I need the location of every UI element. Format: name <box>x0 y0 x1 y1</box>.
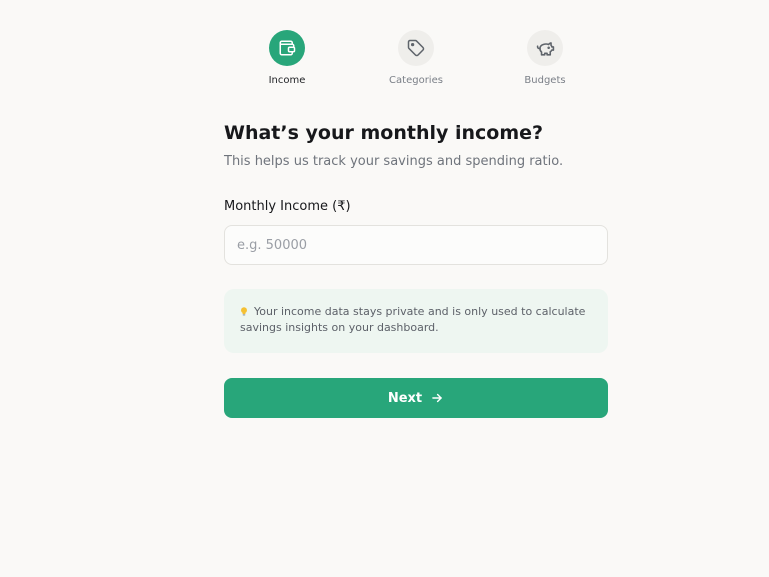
step-budgets[interactable]: Budgets <box>500 30 590 86</box>
step-income-label: Income <box>268 75 306 86</box>
step-categories[interactable]: Categories <box>371 30 461 86</box>
onboarding-stepper: Income Categories Budgets <box>250 30 580 90</box>
lightbulb-icon <box>241 307 247 316</box>
piggy-bank-icon <box>536 41 554 56</box>
privacy-info-text: Your income data stays private and is on… <box>240 305 586 334</box>
step-budgets-circle <box>527 30 563 66</box>
arrow-right-icon <box>430 391 444 405</box>
wallet-icon <box>279 40 296 56</box>
income-input[interactable] <box>224 225 608 265</box>
step-income-circle <box>269 30 305 66</box>
income-field-label: Monthly Income (₹) <box>224 199 351 214</box>
page-title: What’s your monthly income? <box>224 122 544 144</box>
step-income[interactable]: Income <box>242 30 332 86</box>
tag-icon <box>407 39 425 57</box>
next-button[interactable]: Next <box>224 378 608 418</box>
page-subtitle: This helps us track your savings and spe… <box>224 154 564 169</box>
privacy-info-box: Your income data stays private and is on… <box>224 289 608 353</box>
income-form: What’s your monthly income? This helps u… <box>224 120 608 418</box>
step-budgets-label: Budgets <box>524 75 566 86</box>
step-categories-label: Categories <box>389 75 443 86</box>
step-categories-circle <box>398 30 434 66</box>
next-button-label: Next <box>387 390 423 406</box>
